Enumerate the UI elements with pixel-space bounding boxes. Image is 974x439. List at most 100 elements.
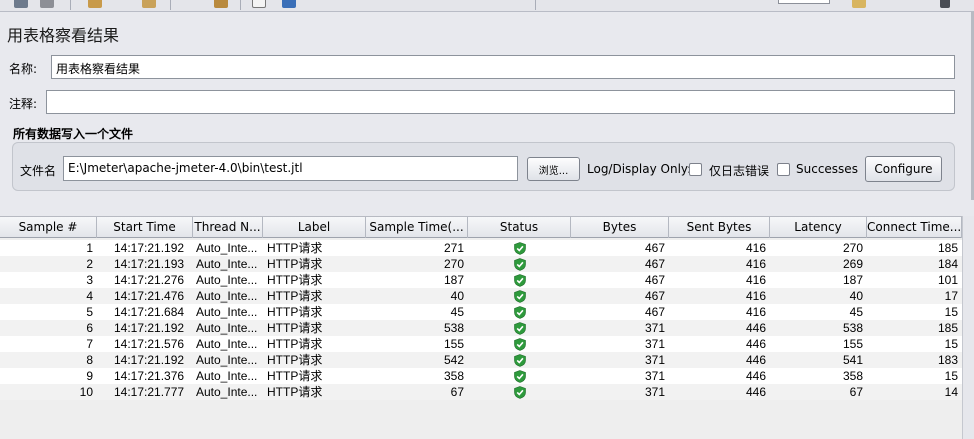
shield-check-icon [514,354,526,367]
shield-check-icon [514,274,526,287]
cell-bytes: 371 [644,321,665,335]
cell-sent-bytes: 446 [745,353,766,367]
column-header-thread-name[interactable]: Thread N... [193,217,263,238]
table-row[interactable]: 8 14:17:21.192 Auto_Inte... HTTP请求 542 371 446… [0,352,962,368]
shield-check-icon [514,386,526,399]
cell-sample-time: 270 [443,257,464,271]
cell-connect-time: 183 [937,353,958,367]
name-field[interactable]: 用表格察看结果 [51,55,955,79]
cell-sample-time: 542 [443,353,464,367]
cell-connect-time: 17 [944,289,958,303]
cell-sent-bytes: 416 [745,273,766,287]
cell-sent-bytes: 416 [745,241,766,255]
page-title: 用表格察看结果 [7,26,120,45]
column-header-label[interactable]: Label [263,217,366,238]
cell-thread-name: Auto_Inte... [196,385,258,399]
cell-sample: 8 [86,353,93,367]
column-header-latency[interactable]: Latency [770,217,867,238]
toolbar-icon[interactable] [852,0,866,8]
cell-connect-time: 15 [944,337,958,351]
column-header-bytes[interactable]: Bytes [571,217,669,238]
toolbar-icon[interactable] [88,0,102,8]
table-row[interactable]: 3 14:17:21.276 Auto_Inte... HTTP请求 187 467 416… [0,272,962,288]
cell-start-time: 14:17:21.193 [114,257,185,271]
shield-check-icon [514,290,526,303]
table-row[interactable]: 1 14:17:21.192 Auto_Inte... HTTP请求 271 467 416… [0,240,962,256]
column-header-start-time[interactable]: Start Time [97,217,193,238]
cell-label: HTTP请求 [267,257,323,271]
cell-sample: 7 [86,337,93,351]
cell-status [468,288,571,304]
toolbar-field[interactable] [778,0,830,4]
vertical-scrollbar[interactable] [962,216,974,439]
browse-button[interactable]: 浏览... [527,157,580,181]
cell-bytes: 467 [644,305,665,319]
cell-sent-bytes: 446 [745,337,766,351]
cell-thread-name: Auto_Inte... [196,305,258,319]
toolbar-icon[interactable] [14,0,28,8]
cell-thread-name: Auto_Inte... [196,241,258,255]
comment-field[interactable] [46,90,955,114]
toolbar-icon[interactable] [214,0,228,8]
cell-thread-name: Auto_Inte... [196,353,258,367]
column-header-sample[interactable]: Sample # [0,217,97,238]
cell-sample-time: 67 [450,385,464,399]
cell-thread-name: Auto_Inte... [196,337,258,351]
table-row[interactable]: 2 14:17:21.193 Auto_Inte... HTTP请求 270 467 416… [0,256,962,272]
cell-start-time: 14:17:21.276 [114,273,185,287]
cell-connect-time: 15 [944,369,958,383]
configure-button[interactable]: Configure [865,156,942,182]
file-name-field[interactable]: E:\Jmeter\apache-jmeter-4.0\bin\test.jtl [63,156,518,181]
cell-latency: 67 [849,385,863,399]
cell-bytes: 467 [644,289,665,303]
table-row[interactable]: 10 14:17:21.777 Auto_Inte... HTTP请求 67 371 446… [0,384,962,400]
cell-start-time: 14:17:21.192 [114,321,185,335]
cell-thread-name: Auto_Inte... [196,321,258,335]
cell-sample-time: 187 [443,273,464,287]
toolbar-icon[interactable] [282,0,296,8]
toolbar-icon[interactable] [142,0,156,8]
cell-bytes: 467 [644,241,665,255]
cell-start-time: 14:17:21.684 [114,305,185,319]
cell-latency: 45 [849,305,863,319]
column-header-sent-bytes[interactable]: Sent Bytes [669,217,770,238]
column-header-connect-time[interactable]: Connect Time... [867,217,962,238]
toolbar-icon[interactable] [252,0,266,8]
toolbar-separator [70,0,71,10]
cell-bytes: 371 [644,337,665,351]
cell-connect-time: 184 [937,257,958,271]
column-header-status[interactable]: Status [468,217,571,238]
column-header-sample-time[interactable]: Sample Time(... [366,217,468,238]
cell-label: HTTP请求 [267,353,323,367]
cell-bytes: 467 [644,257,665,271]
toolbar [0,0,974,12]
cell-connect-time: 15 [944,305,958,319]
cell-sample-time: 45 [450,305,464,319]
table-row[interactable]: 6 14:17:21.192 Auto_Inte... HTTP请求 538 371 446… [0,320,962,336]
cell-status [468,384,571,400]
cell-start-time: 14:17:21.777 [114,385,185,399]
cell-status [468,240,571,256]
cell-label: HTTP请求 [267,305,323,319]
errors-only-checkbox[interactable] [689,163,702,176]
cell-label: HTTP请求 [267,337,323,351]
cell-sample-time: 40 [450,289,464,303]
table-row[interactable]: 4 14:17:21.476 Auto_Inte... HTTP请求 40 467 416 4… [0,288,962,304]
toolbar-separator [240,0,241,10]
toolbar-icon[interactable] [940,0,950,8]
shield-check-icon [514,306,526,319]
comment-label: 注释: [9,97,38,111]
spacer [0,200,974,216]
cell-sent-bytes: 416 [745,289,766,303]
cell-latency: 270 [842,241,863,255]
successes-checkbox[interactable] [777,163,790,176]
table-row[interactable]: 9 14:17:21.376 Auto_Inte... HTTP请求 358 371 446… [0,368,962,384]
errors-only-label: 仅日志错误 [709,164,770,178]
cell-status [468,368,571,384]
cell-sent-bytes: 416 [745,305,766,319]
table-row[interactable]: 5 14:17:21.684 Auto_Inte... HTTP请求 45 467 416 4… [0,304,962,320]
toolbar-icon[interactable] [40,0,54,8]
shield-check-icon [514,338,526,351]
table-row[interactable]: 7 14:17:21.576 Auto_Inte... HTTP请求 155 371 446… [0,336,962,352]
toolbar-separator [170,0,171,10]
